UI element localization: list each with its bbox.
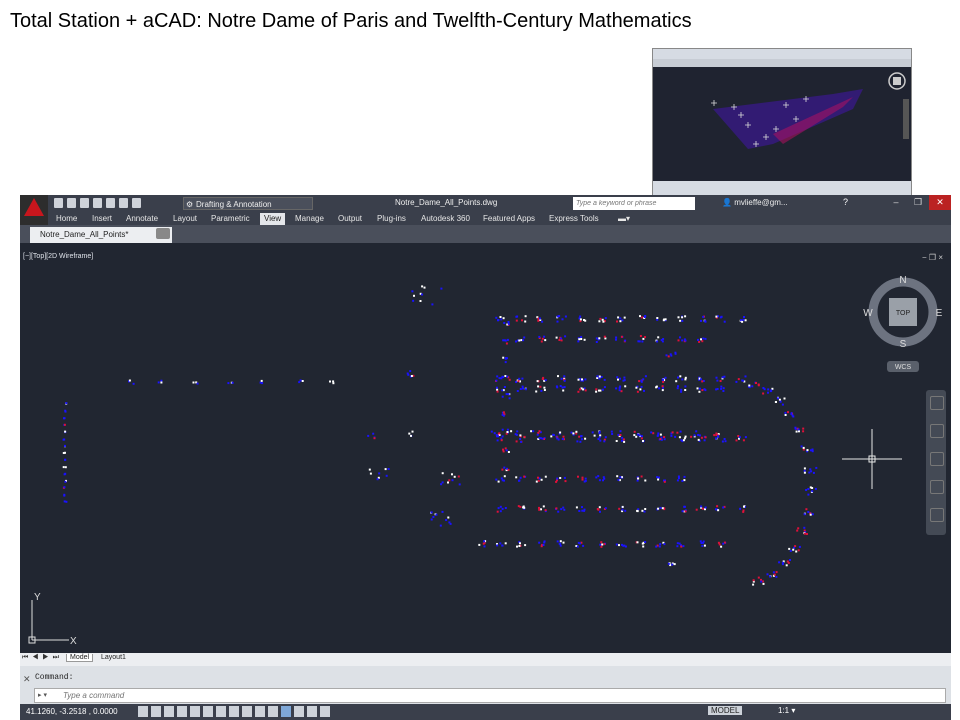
- thumbnail-preview: [652, 48, 912, 196]
- save-as-icon[interactable]: [93, 198, 102, 208]
- layout-tab-bar: ⏮ ◀ ▶ ⏭ Model Layout1: [20, 653, 951, 666]
- tab-featured-apps[interactable]: Featured Apps: [483, 213, 535, 225]
- thumbnail-statusbar: [653, 181, 911, 195]
- tab-manage[interactable]: Manage: [295, 213, 324, 225]
- command-window: ✕ Command: ▸ ▾: [20, 666, 951, 704]
- orbit-icon[interactable]: [930, 480, 944, 494]
- workspace-dropdown[interactable]: ⚙ Drafting & Annotation: [183, 197, 313, 210]
- tab-view[interactable]: View: [260, 213, 286, 225]
- file-tab-bar: Notre_Dame_All_Points* ×: [20, 225, 951, 243]
- tab-model[interactable]: Model: [66, 654, 94, 662]
- file-tab[interactable]: Notre_Dame_All_Points* ×: [30, 227, 172, 243]
- user-icon: 👤: [722, 198, 732, 207]
- undo-icon[interactable]: [119, 198, 128, 208]
- steering-wheel-icon[interactable]: [930, 396, 944, 410]
- command-input[interactable]: [63, 689, 933, 701]
- infer-constraints-icon[interactable]: [138, 706, 148, 717]
- showmotion-icon[interactable]: [930, 508, 944, 522]
- autocad-window: ⚙ Drafting & Annotation Notre_Dame_All_P…: [20, 195, 951, 720]
- compass-w[interactable]: W: [863, 308, 873, 319]
- gear-icon: ⚙: [186, 200, 194, 209]
- transparency-icon[interactable]: [281, 706, 291, 717]
- thumbnail-point-cloud: [711, 72, 909, 149]
- status-bar: 41.1260, -3.2518 , 0.0000 MODEL 1:1 ▾: [20, 704, 951, 720]
- osnap-icon[interactable]: [203, 706, 213, 717]
- viewcube[interactable]: TOP N S E W WCS: [863, 275, 943, 395]
- ribbon-toggle-icon[interactable]: ▬▾: [618, 213, 630, 225]
- slide-title: Total Station + aCAD: Notre Dame of Pari…: [10, 10, 692, 32]
- save-icon[interactable]: [80, 198, 89, 208]
- zoom-icon[interactable]: [930, 452, 944, 466]
- command-history: Command:: [35, 673, 74, 682]
- window-controls: – ❐ ✕: [885, 195, 951, 210]
- model-space-toggle[interactable]: MODEL: [708, 706, 743, 715]
- quick-access-toolbar: [54, 198, 141, 208]
- restore-button[interactable]: ❐: [907, 195, 929, 210]
- ortho-icon[interactable]: [177, 706, 187, 717]
- tab-autodesk-360[interactable]: Autodesk 360: [421, 213, 470, 225]
- application-menu-button[interactable]: [20, 195, 48, 225]
- tab-insert[interactable]: Insert: [92, 213, 112, 225]
- help-button[interactable]: ?: [843, 197, 848, 207]
- command-line: ▸ ▾: [34, 688, 946, 703]
- compass-e[interactable]: E: [936, 308, 943, 319]
- viewport-controls[interactable]: − ❐ ×: [922, 253, 943, 262]
- command-prompt-icon[interactable]: ▸ ▾: [38, 689, 47, 702]
- new-icon[interactable]: [54, 198, 63, 208]
- tab-express-tools[interactable]: Express Tools: [549, 213, 599, 225]
- tab-home[interactable]: Home: [56, 213, 77, 225]
- quick-properties-icon[interactable]: [294, 706, 304, 717]
- document-title: Notre_Dame_All_Points.dwg: [395, 198, 498, 207]
- viewcube-top[interactable]: TOP: [896, 310, 911, 317]
- snap-icon[interactable]: [151, 706, 161, 717]
- ucs-y-label: Y: [34, 592, 41, 603]
- point-cloud: [62, 285, 818, 586]
- ducs-icon[interactable]: [242, 706, 252, 717]
- print-icon[interactable]: [106, 198, 115, 208]
- viewport-label[interactable]: [−][Top][2D Wireframe]: [23, 253, 93, 260]
- annotation-monitor-icon[interactable]: [320, 706, 330, 717]
- title-bar: ⚙ Drafting & Annotation Notre_Dame_All_P…: [20, 195, 951, 213]
- user-name: mvlieffe@gm...: [734, 198, 788, 207]
- navigation-bar: [926, 390, 946, 535]
- coordinate-readout[interactable]: 41.1260, -3.2518 , 0.0000: [26, 707, 118, 716]
- drawing-canvas[interactable]: [20, 243, 951, 653]
- tab-parametric[interactable]: Parametric: [211, 213, 250, 225]
- tab-annotate[interactable]: Annotate: [126, 213, 158, 225]
- tab-layout1[interactable]: Layout1: [98, 654, 129, 661]
- ribbon-tabs: Home Insert Annotate Layout Parametric V…: [48, 213, 951, 225]
- new-tab-button[interactable]: [156, 228, 170, 239]
- tab-output[interactable]: Output: [338, 213, 362, 225]
- wcs-menu[interactable]: WCS: [895, 364, 912, 371]
- 3d-osnap-icon[interactable]: [216, 706, 226, 717]
- close-button[interactable]: ✕: [929, 195, 951, 210]
- workspace-label: Drafting & Annotation: [196, 200, 272, 209]
- search-input[interactable]: [573, 197, 695, 210]
- user-account[interactable]: 👤 mvlieffe@gm...: [722, 198, 788, 207]
- tab-plug-ins[interactable]: Plug-ins: [377, 213, 406, 225]
- polar-icon[interactable]: [190, 706, 200, 717]
- tab-layout[interactable]: Layout: [173, 213, 197, 225]
- lineweight-icon[interactable]: [268, 706, 278, 717]
- compass-n[interactable]: N: [899, 275, 906, 286]
- selection-cycling-icon[interactable]: [307, 706, 317, 717]
- grid-icon[interactable]: [164, 706, 174, 717]
- close-command-icon[interactable]: ✕: [23, 674, 31, 685]
- ucs-icon: Y X: [28, 592, 77, 647]
- file-tab-label: Notre_Dame_All_Points*: [40, 230, 129, 239]
- layout-nav-arrows[interactable]: ⏮ ◀ ▶ ⏭: [22, 654, 60, 662]
- compass-s[interactable]: S: [900, 339, 907, 350]
- annotation-scale[interactable]: 1:1 ▾: [778, 706, 795, 715]
- minimize-button[interactable]: –: [885, 195, 907, 210]
- drafting-tools: [138, 706, 330, 717]
- otrack-icon[interactable]: [229, 706, 239, 717]
- ucs-x-label: X: [70, 636, 77, 647]
- redo-icon[interactable]: [132, 198, 141, 208]
- pan-icon[interactable]: [930, 424, 944, 438]
- open-icon[interactable]: [67, 198, 76, 208]
- crosshair-cursor: [842, 429, 902, 489]
- autocad-logo-icon: [24, 198, 44, 216]
- dyn-icon[interactable]: [255, 706, 265, 717]
